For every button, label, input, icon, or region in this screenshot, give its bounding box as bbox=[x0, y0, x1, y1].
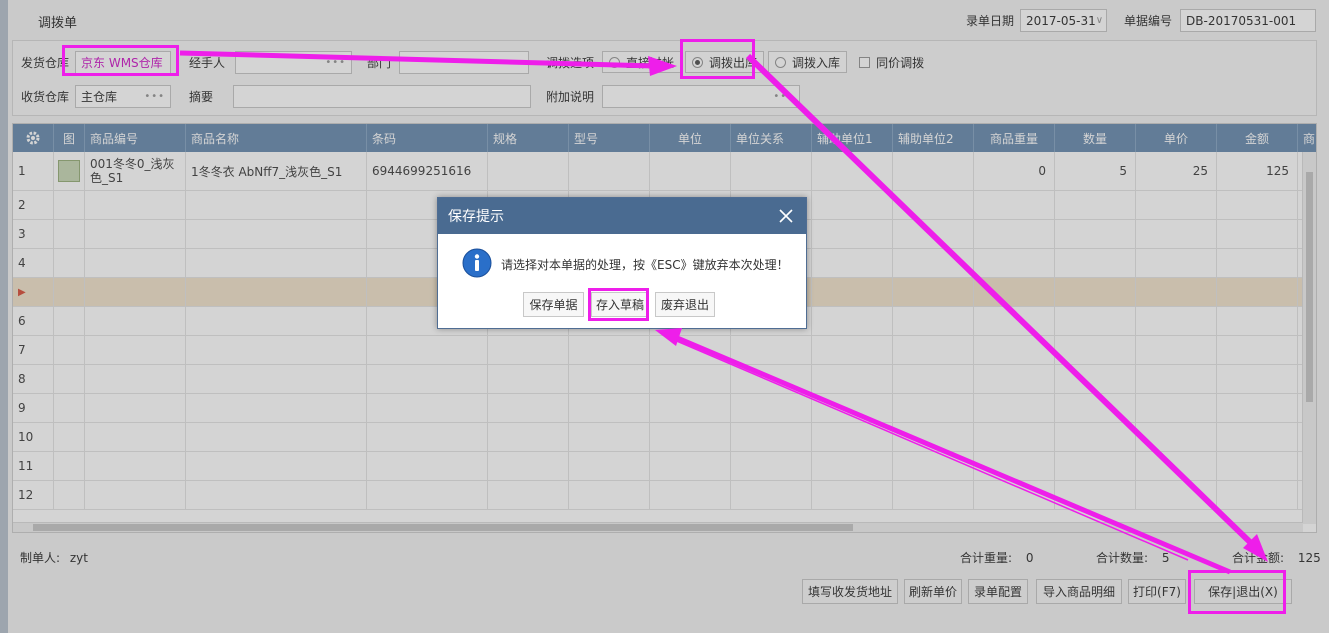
dialog-title: 保存提示 bbox=[448, 209, 504, 225]
dialog-title-bar: 保存提示 bbox=[438, 198, 806, 234]
info-icon bbox=[462, 248, 492, 278]
save-draft-button[interactable]: 存入草稿 bbox=[591, 292, 649, 317]
close-icon[interactable] bbox=[776, 206, 796, 226]
save-prompt-dialog: 保存提示 请选择对本单据的处理，按《ESC》键放弃本次处理！ 保存单据 存入草稿… bbox=[437, 197, 807, 329]
dialog-message: 请选择对本单据的处理，按《ESC》键放弃本次处理！ bbox=[501, 258, 789, 272]
discard-exit-button[interactable]: 废弃退出 bbox=[655, 292, 715, 317]
dialog-body: 请选择对本单据的处理，按《ESC》键放弃本次处理！ 保存单据 存入草稿 废弃退出 bbox=[438, 234, 806, 328]
save-document-button[interactable]: 保存单据 bbox=[523, 292, 584, 317]
